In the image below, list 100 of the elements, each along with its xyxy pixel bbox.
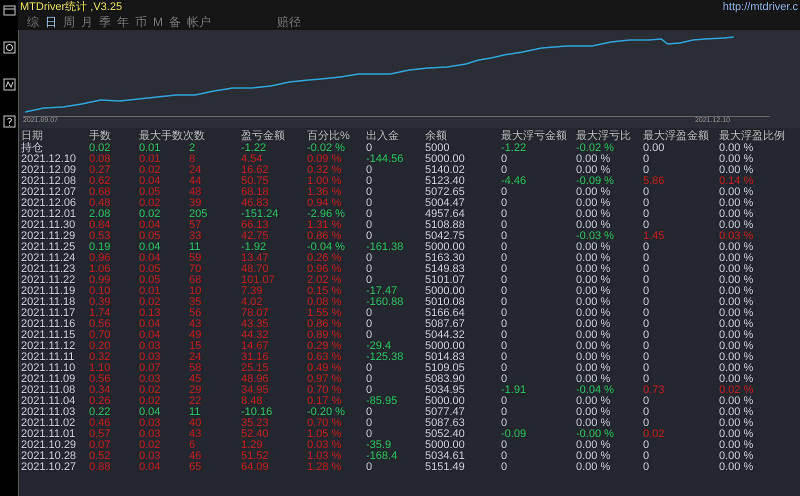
- table-cell-text: 0.70 %: [307, 418, 342, 429]
- table-cell-text: -29.4: [366, 341, 392, 352]
- table-cell-text: 0: [366, 198, 374, 209]
- column-header: 最大浮盈比例: [719, 130, 786, 143]
- date-cell-text: 2021.12.09: [21, 165, 78, 176]
- table-cell-text: 0: [643, 264, 650, 275]
- table-cell-text: 25.15: [241, 363, 270, 374]
- table-cell-text: 0.00 %: [576, 209, 612, 220]
- table-cell-text: 5044.32: [425, 330, 466, 341]
- table-cell-text: 0.00 %: [576, 319, 612, 330]
- table-cell-text: 0.14 %: [719, 176, 754, 187]
- tab[interactable]: 币: [134, 15, 148, 29]
- table-cell-text: 24: [189, 352, 202, 363]
- date-cell-text: 2021.12.06: [21, 198, 78, 209]
- table-cell-text: 0.03: [139, 451, 162, 462]
- website-link[interactable]: http://mtdriver.c: [722, 1, 798, 13]
- table-cell-text: 0.05: [139, 187, 162, 198]
- tab[interactable]: 月: [80, 15, 94, 29]
- table-cell-text: 1.31 %: [307, 220, 342, 231]
- table-cell-text: 68: [189, 275, 202, 286]
- table-cell-text: 0: [366, 462, 374, 473]
- table-cell-text: 5000.00: [425, 341, 466, 352]
- table-cell-text: 0.03: [139, 352, 162, 363]
- table-cell-text: 0.34: [89, 385, 112, 396]
- table-cell-text: 5140.02: [425, 165, 466, 176]
- table-cell-text: 0: [501, 462, 508, 473]
- table-cell-text: 0.02: [139, 209, 162, 220]
- table-cell-text: 0: [643, 374, 650, 385]
- table-cell-text: 0: [643, 440, 650, 451]
- tab[interactable]: 综: [26, 15, 40, 29]
- table-cell-text: -0.02 %: [307, 143, 346, 154]
- table-cell-text: 0.20: [89, 341, 112, 352]
- table-cell-text: 0.00 %: [576, 330, 612, 341]
- tab[interactable]: 日: [44, 15, 58, 29]
- help-icon[interactable]: [2, 115, 16, 128]
- table-cell-text: 101.07: [241, 275, 276, 286]
- table-cell-text: 0.00 %: [719, 407, 754, 418]
- table-cell-text: 0.86 %: [307, 231, 342, 242]
- table-cell-text: -0.20 %: [307, 407, 346, 418]
- table-cell-text: 0.01: [139, 286, 162, 297]
- table-cell-text: 0.00 %: [576, 308, 612, 319]
- tab[interactable]: 帐户: [186, 15, 212, 29]
- table-cell-text: 40: [189, 418, 202, 429]
- table-cell-text: 24: [189, 165, 202, 176]
- table-cell-text: 22: [189, 396, 202, 407]
- table-cell-text: 0: [643, 275, 650, 286]
- table-cell-text: 45: [189, 374, 202, 385]
- table-cell-text: 0.00: [643, 143, 666, 154]
- tab[interactable]: M: [152, 15, 164, 29]
- tab[interactable]: 周: [62, 15, 76, 29]
- table-cell-text: 31.16: [241, 352, 270, 363]
- table-cell-text: 0: [501, 154, 508, 165]
- table-cell-text: 0: [366, 220, 374, 231]
- table-cell-text: 0.26 %: [307, 253, 342, 264]
- tab[interactable]: 备: [168, 15, 182, 29]
- table-cell-text: 0: [501, 330, 508, 341]
- circle-icon[interactable]: [2, 41, 16, 54]
- table-cell-text: 0.00 %: [719, 462, 754, 473]
- table-cell-text: 0.88: [89, 462, 112, 473]
- table-cell-text: 0: [366, 308, 374, 319]
- table-cell-text: 0.26: [89, 396, 112, 407]
- table-cell-text: 0: [643, 286, 650, 297]
- window-title: MTDriver统计 ,V3.25: [20, 1, 122, 13]
- table-cell-text: 44.32: [241, 330, 270, 341]
- table-cell-text: 0.00 %: [719, 440, 754, 451]
- table-cell-text: 0: [643, 396, 650, 407]
- table-cell-text: 0: [643, 165, 650, 176]
- table-cell-text: 5149.83: [425, 264, 466, 275]
- date-cell-text: 2021.11.30: [21, 220, 76, 231]
- tab[interactable]: 赔径: [276, 15, 302, 29]
- table-cell-text: 0.57: [89, 429, 112, 440]
- wave-icon[interactable]: [2, 78, 16, 91]
- tab[interactable]: 季: [98, 15, 112, 29]
- table-cell-text: 1.74: [89, 308, 112, 319]
- table-cell-text: 1.03 %: [307, 451, 342, 462]
- table-cell-text: 0: [366, 165, 374, 176]
- table-cell-text: 66.13: [241, 220, 270, 231]
- table-cell-text: 0: [643, 253, 650, 264]
- table-cell-text: 0.02: [89, 143, 112, 154]
- table-cell-text: 0.53: [89, 231, 112, 242]
- table-cell-text: 0.00 %: [576, 418, 612, 429]
- table-cell-text: 0.29 %: [307, 341, 342, 352]
- date-cell-text: 2021.11.17: [21, 308, 76, 319]
- window-icon[interactable]: [2, 4, 16, 17]
- date-cell-text: 2021.11.22: [21, 275, 76, 286]
- table-cell-text: 0.00 %: [719, 143, 754, 154]
- table-cell-text: 58: [189, 363, 202, 374]
- table-cell-text: 0.00 %: [719, 242, 754, 253]
- date-cell-text: 2021.11.11: [21, 352, 76, 363]
- table-cell-text: 52.40: [241, 429, 270, 440]
- table-cell-text: 0.07: [89, 440, 112, 451]
- table-cell-text: 0.63 %: [307, 352, 342, 363]
- table-cell-text: 11: [189, 242, 202, 253]
- tab[interactable]: 年: [116, 15, 130, 29]
- table-cell-text: -2.96 %: [307, 209, 346, 220]
- table-cell-text: 44: [189, 176, 202, 187]
- column-header: 盈亏金额: [241, 130, 286, 143]
- table-cell-text: -0.02 %: [576, 143, 615, 154]
- table-cell-text: 0: [501, 319, 508, 330]
- table-cell-text: 0: [501, 418, 508, 429]
